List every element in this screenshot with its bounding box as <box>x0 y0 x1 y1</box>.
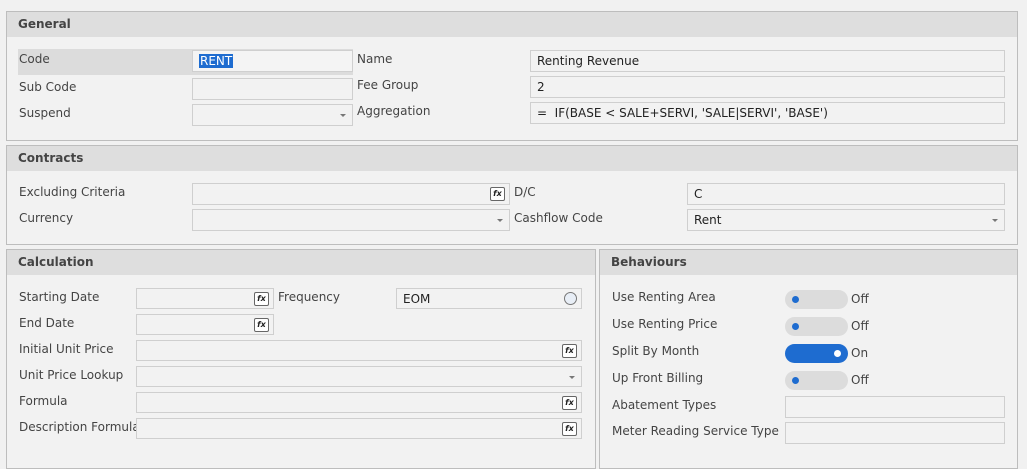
abatement-label: Abatement Types <box>612 398 717 412</box>
currency-label: Currency <box>19 211 74 225</box>
name-input[interactable]: Renting Revenue <box>530 50 1005 72</box>
frequency-label: Frequency <box>278 290 340 304</box>
formula-icon[interactable]: fx <box>254 318 269 332</box>
excl-label: Excluding Criteria <box>19 185 126 199</box>
cashflow-label: Cashflow Code <box>514 211 603 225</box>
toggle-label: Split By Month <box>612 344 700 358</box>
descformula-label: Description Formula <box>19 420 140 434</box>
subcode-label: Sub Code <box>19 80 77 94</box>
end-date-input[interactable]: fx <box>136 314 274 335</box>
descformula-input[interactable]: fx <box>136 418 582 439</box>
feegroup-input[interactable]: 2 <box>530 76 1005 98</box>
dc-input[interactable]: C <box>687 183 1005 205</box>
formula-label: Formula <box>19 394 68 408</box>
toggle-label: Use Renting Price <box>612 317 718 331</box>
cashflow-dropdown[interactable]: Rent <box>687 209 1005 231</box>
clock-icon[interactable] <box>564 292 577 305</box>
toggle-label: Up Front Billing <box>612 371 704 385</box>
calculation-header: Calculation <box>7 250 595 275</box>
upl-label: Unit Price Lookup <box>19 368 124 382</box>
meter-input[interactable] <box>785 422 1005 444</box>
formula-icon[interactable]: fx <box>562 396 577 410</box>
suspend-label: Suspend <box>19 106 71 120</box>
formula-icon[interactable]: fx <box>562 344 577 358</box>
chevron-down-icon <box>497 219 503 222</box>
chevron-down-icon <box>992 219 998 222</box>
code-label: Code <box>19 52 50 66</box>
name-label: Name <box>357 52 393 66</box>
end-label: End Date <box>19 316 75 330</box>
toggle-state: Off <box>851 319 869 333</box>
meter-label: Meter Reading Service Type <box>612 424 779 438</box>
toggle-label: Use Renting Area <box>612 290 716 304</box>
behaviours-header: Behaviours <box>600 250 1017 275</box>
chevron-down-icon <box>340 114 346 117</box>
use-renting-price-toggle[interactable] <box>785 317 848 336</box>
abatement-input[interactable] <box>785 396 1005 418</box>
iup-input[interactable]: fx <box>136 340 582 361</box>
toggle-state: Off <box>851 373 869 387</box>
feegroup-label: Fee Group <box>357 78 419 92</box>
start-label: Starting Date <box>19 290 100 304</box>
aggregation-label: Aggregation <box>357 104 431 118</box>
use-renting-area-toggle[interactable] <box>785 290 848 309</box>
upl-dropdown[interactable] <box>136 366 582 387</box>
frequency-input[interactable]: EOM <box>396 288 582 309</box>
split-by-month-toggle[interactable] <box>785 344 848 363</box>
contracts-header: Contracts <box>7 146 1017 171</box>
formula-icon[interactable]: fx <box>490 187 505 201</box>
up-front-billing-toggle[interactable] <box>785 371 848 390</box>
chevron-down-icon <box>569 376 575 379</box>
cashflow-value: Rent <box>694 213 722 227</box>
toggle-state: On <box>851 346 869 360</box>
subcode-input[interactable] <box>192 78 353 100</box>
suspend-dropdown[interactable] <box>192 104 353 126</box>
general-header: General <box>7 12 1017 37</box>
formula-icon[interactable]: fx <box>562 422 577 436</box>
iup-label: Initial Unit Price <box>19 342 114 356</box>
currency-dropdown[interactable] <box>192 209 510 231</box>
toggle-state: Off <box>851 292 869 306</box>
formula-icon[interactable]: fx <box>254 292 269 306</box>
code-input[interactable]: RENT <box>192 50 353 72</box>
frequency-value: EOM <box>403 292 431 306</box>
dc-label: D/C <box>514 185 536 199</box>
excl-input[interactable]: fx <box>192 183 510 205</box>
aggregation-input[interactable]: = IF(BASE < SALE+SERVI, 'SALE|SERVI', 'B… <box>530 102 1005 124</box>
formula-input[interactable]: fx <box>136 392 582 413</box>
start-date-input[interactable]: fx <box>136 288 274 309</box>
code-value: RENT <box>199 54 234 68</box>
